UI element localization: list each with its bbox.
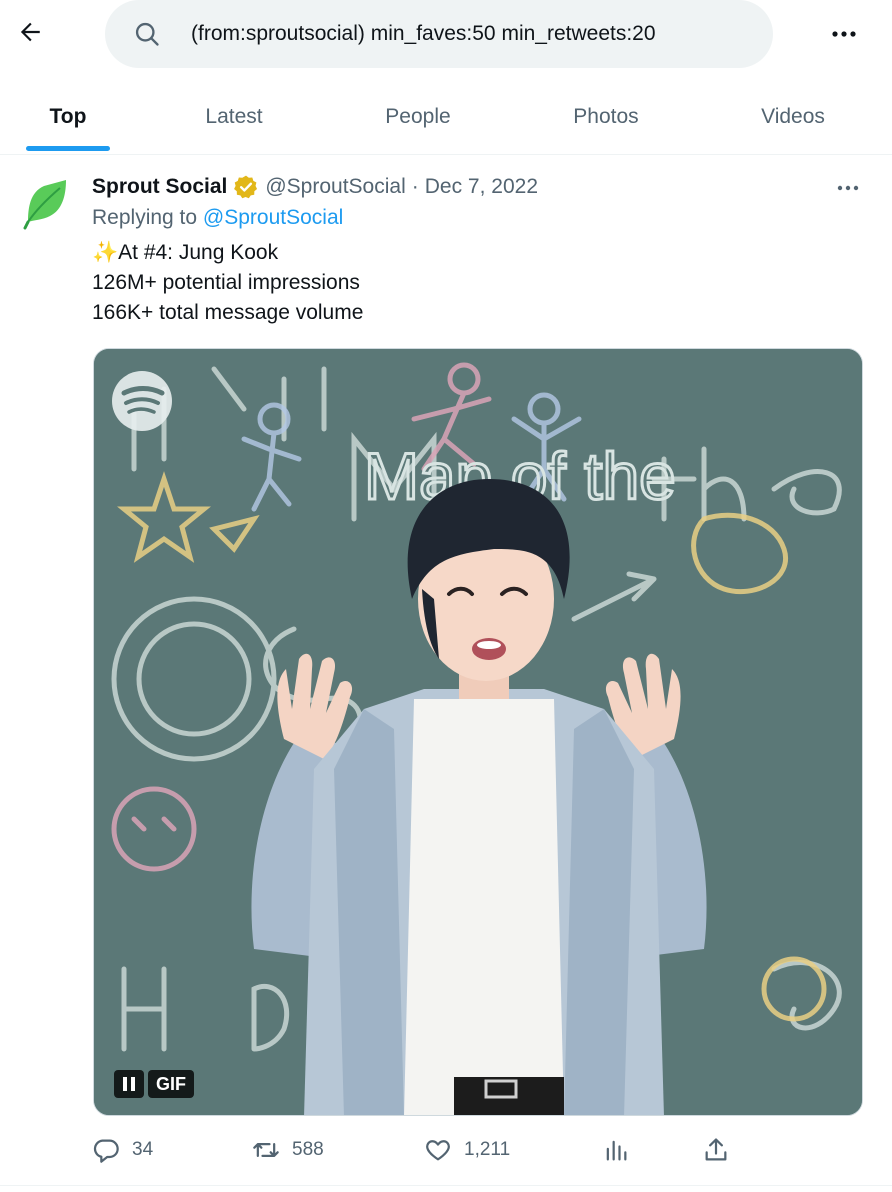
tweet-line: ✨At #4: Jung Kook — [92, 241, 279, 264]
like-button[interactable]: 1,211 — [424, 1132, 510, 1168]
reply-handle-link[interactable]: @SproutSocial — [203, 206, 343, 229]
tweet-line: 166K+ total message volume — [92, 301, 364, 324]
gif-controls: GIF — [114, 1069, 194, 1099]
analytics-icon — [606, 1140, 627, 1161]
search-header — [0, 0, 892, 70]
tab-people[interactable]: People — [368, 80, 468, 154]
tweet[interactable]: Sprout Social @SproutSocial · Dec 7, 202… — [0, 156, 892, 1186]
reply-context: Replying to @SproutSocial — [92, 206, 343, 230]
sprout-social-avatar[interactable] — [22, 178, 68, 230]
tab-top[interactable]: Top — [26, 80, 110, 154]
search-box[interactable] — [105, 0, 773, 68]
back-arrow-icon — [20, 22, 40, 42]
back-button[interactable] — [12, 14, 48, 50]
analytics-button[interactable] — [602, 1132, 630, 1168]
like-count: 1,211 — [464, 1139, 511, 1160]
gif-label: GIF — [148, 1070, 194, 1098]
retweet-button[interactable]: 588 — [252, 1132, 324, 1168]
tweet-actions: 34 588 1,211 — [92, 1132, 872, 1168]
search-input[interactable] — [191, 14, 751, 54]
tweet-more-button[interactable] — [826, 174, 870, 202]
share-button[interactable] — [702, 1132, 730, 1168]
reply-count: 34 — [132, 1139, 154, 1160]
more-icon — [832, 31, 856, 37]
tweet-date[interactable]: Dec 7, 2022 — [425, 175, 538, 199]
tweet-line: 126M+ potential impressions — [92, 271, 360, 294]
search-icon — [135, 22, 159, 46]
reply-icon — [93, 1139, 119, 1163]
active-tab-indicator — [26, 146, 110, 151]
tab-videos[interactable]: Videos — [743, 80, 843, 154]
spotify-icon — [112, 371, 172, 431]
reply-prefix: Replying to — [92, 206, 198, 229]
display-name[interactable]: Sprout Social — [92, 175, 227, 199]
handle[interactable]: @SproutSocial — [265, 175, 405, 199]
tweet-media-gif[interactable]: Map of the GIF — [93, 348, 863, 1116]
pause-button[interactable] — [114, 1070, 144, 1098]
verified-badge-icon — [234, 175, 258, 199]
like-icon — [426, 1140, 450, 1161]
share-icon — [705, 1138, 727, 1161]
separator-dot: · — [411, 175, 419, 198]
tweet-header: Sprout Social @SproutSocial · Dec 7, 202… — [92, 172, 538, 202]
gif-frame-illustration: Map of the — [94, 349, 862, 1115]
search-tabs: Top Latest People Photos Videos — [0, 80, 892, 155]
reply-button[interactable]: 34 — [92, 1132, 153, 1168]
retweet-icon — [253, 1143, 279, 1157]
tab-photos[interactable]: Photos — [556, 80, 656, 154]
pause-icon — [123, 1077, 135, 1091]
more-icon — [837, 185, 859, 191]
tweet-text: ✨At #4: Jung Kook 126M+ potential impres… — [92, 238, 363, 328]
more-options-button[interactable] — [822, 14, 866, 54]
retweet-count: 588 — [292, 1139, 324, 1160]
tab-latest[interactable]: Latest — [184, 80, 284, 154]
